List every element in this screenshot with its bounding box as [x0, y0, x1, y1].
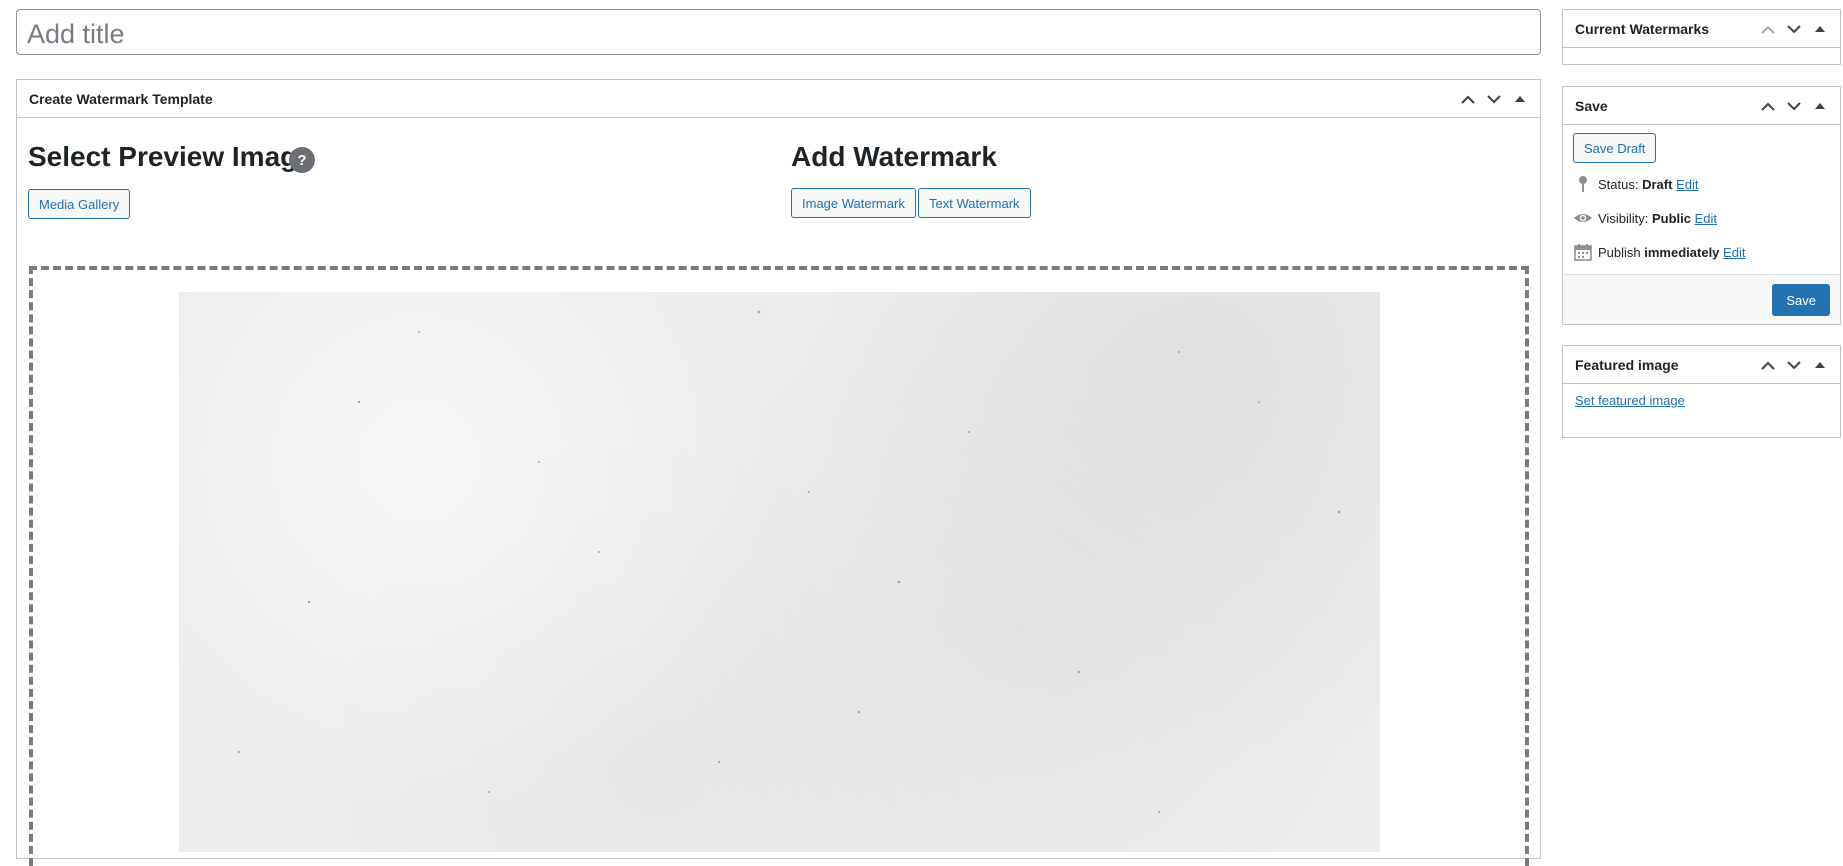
status-value: Draft	[1642, 177, 1673, 192]
save-draft-button[interactable]: Save Draft	[1573, 133, 1657, 163]
status-row: Status: Draft Edit	[1598, 177, 1698, 192]
postbox-title: Featured image	[1575, 357, 1679, 373]
status-edit-link[interactable]: Edit	[1676, 177, 1698, 192]
postbox-header: Current Watermarks	[1563, 10, 1840, 48]
caret-up-icon[interactable]	[1810, 96, 1830, 116]
publish-label: Publish	[1598, 245, 1641, 260]
status-label: Status:	[1598, 177, 1639, 192]
publish-value: immediately	[1644, 245, 1720, 260]
postbox-title: Current Watermarks	[1575, 21, 1710, 37]
chevron-up-icon[interactable]	[1458, 89, 1478, 109]
postbox-controls	[1758, 355, 1830, 375]
postbox-header: Save	[1563, 87, 1840, 125]
calendar-icon	[1573, 242, 1593, 262]
chevron-down-icon[interactable]	[1784, 96, 1804, 116]
chevron-down-icon[interactable]	[1784, 355, 1804, 375]
visibility-edit-link[interactable]: Edit	[1695, 211, 1717, 226]
caret-up-icon[interactable]	[1810, 19, 1830, 39]
postbox-controls	[1758, 19, 1830, 39]
eye-icon	[1573, 208, 1593, 228]
postbox-controls	[1758, 96, 1830, 116]
media-gallery-button[interactable]: Media Gallery	[28, 189, 131, 219]
chevron-up-icon[interactable]	[1758, 19, 1778, 39]
visibility-value: Public	[1651, 211, 1691, 226]
postbox-header: Create Watermark Template	[17, 80, 1540, 118]
visibility-label: Visibility:	[1598, 211, 1649, 226]
featured-image-box: Featured image Set featured image	[1562, 345, 1841, 438]
set-featured-image-link[interactable]: Set featured image	[1575, 393, 1685, 408]
save-box: Save Save Draft Status: Draft Edit Visib…	[1562, 86, 1841, 325]
visibility-row: Visibility: Public Edit	[1598, 211, 1717, 226]
save-button[interactable]: Save	[1772, 284, 1830, 316]
help-icon[interactable]: ?	[289, 147, 315, 173]
save-actions-footer: Save	[1563, 274, 1840, 324]
publish-row: Publish immediately Edit	[1598, 245, 1745, 260]
chevron-up-icon[interactable]	[1758, 355, 1778, 375]
postbox-header: Featured image	[1563, 346, 1840, 384]
postbox-title: Save	[1575, 98, 1608, 114]
chevron-down-icon[interactable]	[1484, 89, 1504, 109]
preview-image	[179, 292, 1380, 852]
caret-up-icon[interactable]	[1810, 355, 1830, 375]
texture-specks	[237, 310, 1341, 814]
postbox-title: Create Watermark Template	[29, 91, 213, 107]
caret-up-icon[interactable]	[1510, 89, 1530, 109]
postbox-controls	[1458, 89, 1530, 109]
text-watermark-button[interactable]: Text Watermark	[918, 188, 1031, 218]
add-watermark-heading: Add Watermark	[791, 141, 997, 172]
image-watermark-button[interactable]: Image Watermark	[791, 188, 916, 218]
chevron-down-icon[interactable]	[1784, 19, 1804, 39]
chevron-up-icon[interactable]	[1758, 96, 1778, 116]
post-title-input[interactable]	[16, 9, 1541, 55]
pin-icon	[1573, 174, 1593, 194]
publish-edit-link[interactable]: Edit	[1723, 245, 1745, 260]
select-preview-heading: Select Preview Image	[28, 141, 313, 172]
current-watermarks-box: Current Watermarks	[1562, 9, 1841, 65]
